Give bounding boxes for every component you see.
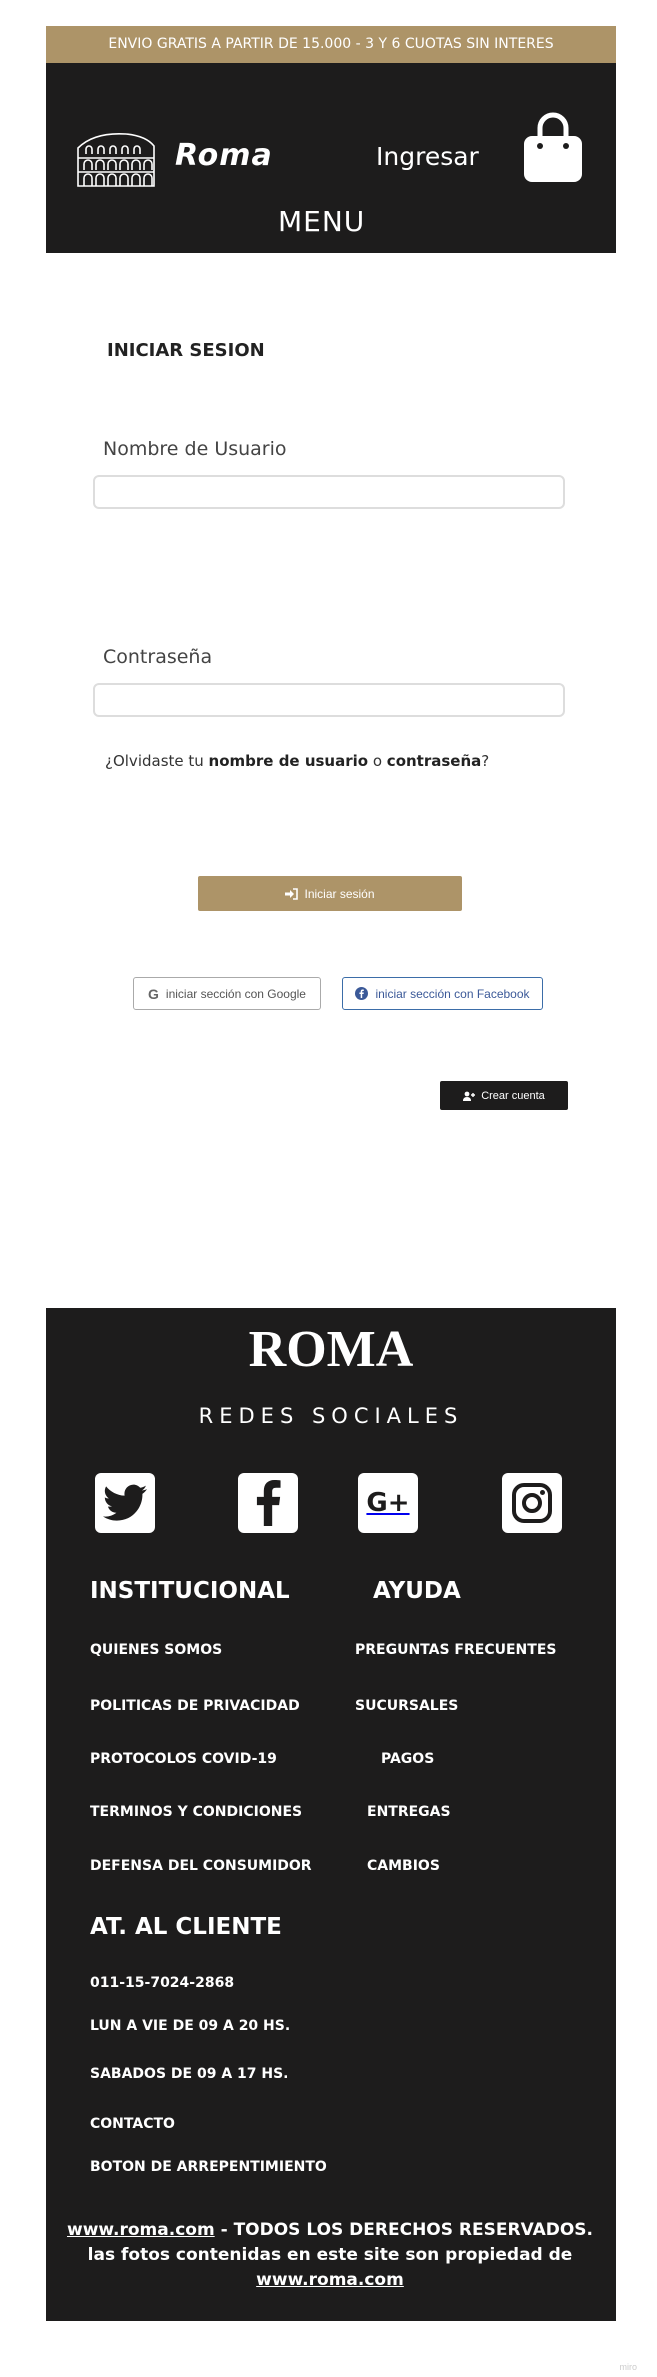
footer-link-covid[interactable]: PROTOCOLOS COVID-19 (90, 1751, 277, 1767)
forgot-username-link[interactable]: nombre de usuario (209, 752, 369, 770)
footer-link-sucursales[interactable]: SUCURSALES (355, 1698, 458, 1714)
footer-link-pagos[interactable]: PAGOS (381, 1751, 434, 1767)
username-label: Nombre de Usuario (103, 438, 287, 460)
sign-in-icon (285, 887, 299, 900)
footer-link-entregas[interactable]: ENTREGAS (367, 1804, 451, 1820)
password-label: Contraseña (103, 646, 213, 668)
google-icon: G (148, 985, 159, 1002)
footer-link-quienes-somos[interactable]: QUIENES SOMOS (90, 1642, 222, 1658)
forgot-credentials: ¿Olvidaste tu nombre de usuario o contra… (105, 752, 489, 770)
forgot-password-link[interactable]: contraseña (387, 752, 481, 770)
google-login-label: iniciar sección con Google (165, 986, 306, 1001)
promo-bar: ENVIO GRATIS A PARTIR DE 15.000 - 3 Y 6 … (46, 26, 616, 63)
menu-button[interactable]: MENU (278, 205, 365, 238)
footer-hours-weekday: LUN A VIE DE 09 A 20 HS. (90, 2018, 291, 2034)
ayuda-heading: AYUDA (373, 1578, 461, 1604)
forgot-prefix: ¿Olvidaste tu (105, 752, 209, 770)
footer-link-terminos[interactable]: TERMINOS Y CONDICIONES (90, 1804, 302, 1820)
cliente-heading: AT. AL CLIENTE (90, 1914, 282, 1940)
copyright-site-link[interactable]: www.roma.com (67, 2220, 215, 2240)
facebook-icon (355, 987, 369, 1000)
facebook-icon[interactable] (238, 1473, 298, 1533)
copyright-site-link-2[interactable]: www.roma.com (256, 2270, 404, 2290)
footer-phone: 011-15-7024-2868 (90, 1975, 235, 1991)
username-field[interactable] (93, 475, 565, 509)
footer-link-cambios[interactable]: CAMBIOS (367, 1858, 440, 1874)
footer-hours-saturday: SABADOS DE 09 A 17 HS. (90, 2066, 289, 2082)
facebook-login-label: iniciar sección con Facebook (375, 986, 530, 1001)
footer-link-faq[interactable]: PREGUNTAS FRECUENTES (355, 1642, 556, 1658)
create-account-label: Crear cuenta (481, 1089, 545, 1102)
login-button-label: Iniciar sesión (304, 886, 375, 901)
colosseum-icon[interactable] (74, 128, 156, 188)
footer-link-arrepentimiento[interactable]: BOTON DE ARREPENTIMIENTO (90, 2159, 327, 2175)
facebook-login-button[interactable]: iniciar sección con Facebook (342, 977, 543, 1010)
shopping-bag-icon[interactable] (520, 112, 586, 186)
forgot-suffix: ? (481, 752, 490, 770)
google-login-button[interactable]: G iniciar sección con Google (133, 977, 321, 1010)
copyright: www.roma.com - TODOS LOS DERECHOS RESERV… (60, 2218, 600, 2293)
footer-link-consumidor[interactable]: DEFENSA DEL CONSUMIDOR (90, 1858, 312, 1874)
add-user-icon (463, 1091, 476, 1101)
login-title: INICIAR SESION (107, 340, 265, 361)
login-link[interactable]: Ingresar (376, 142, 479, 171)
footer-link-contacto[interactable]: CONTACTO (90, 2116, 175, 2132)
password-field[interactable] (93, 683, 565, 717)
forgot-or: o (368, 752, 387, 770)
create-account-button[interactable]: Crear cuenta (440, 1081, 568, 1110)
login-button[interactable]: Iniciar sesión (198, 876, 462, 911)
institucional-heading: INSTITUCIONAL (90, 1578, 290, 1604)
footer-link-privacidad[interactable]: POLITICAS DE PRIVACIDAD (90, 1698, 300, 1714)
watermark: miro (619, 2362, 638, 2372)
twitter-icon[interactable] (95, 1473, 155, 1533)
footer-brand: ROMA (248, 1321, 414, 1378)
brand-name[interactable]: Roma (175, 138, 273, 173)
google-plus-icon[interactable]: G+ (358, 1473, 418, 1533)
instagram-icon[interactable] (502, 1473, 562, 1533)
social-title: REDES SOCIALES (198, 1404, 464, 1428)
